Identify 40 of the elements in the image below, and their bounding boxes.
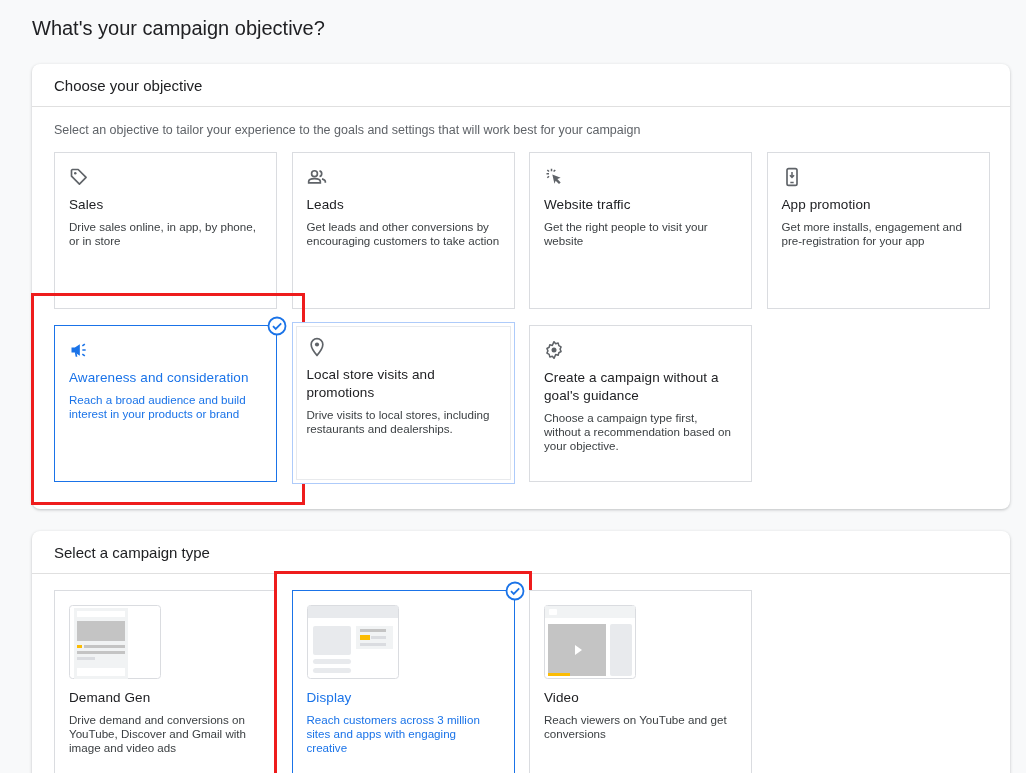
objective-description: Get more installs, engagement and pre-registration for your app	[781, 220, 963, 248]
campaign-type-card[interactable]: Display Reach customers across 3 million sites and apps with engaging creative	[291, 590, 515, 773]
campaign-type-card[interactable]: Video Reach viewers on YouTube and get conversions	[529, 590, 752, 773]
objective-description: Drive visits to local stores, including restaurants and dealerships.	[306, 408, 491, 436]
objective-title: Awareness and consideration	[69, 369, 250, 387]
objective-title: Local store visits and promotions	[306, 366, 436, 402]
objective-card[interactable]: App promotion Get more installs, engagement and pre-registration for your app	[766, 152, 990, 309]
objective-title: App promotion	[781, 196, 872, 214]
campaign-type-description: Reach viewers on YouTube and get conversions	[544, 713, 728, 741]
panel-title: Select a campaign type	[32, 531, 1010, 574]
campaign-type-description: Reach customers across 3 million sites and apps with engaging creative	[306, 713, 481, 755]
panel-description: Select an objective to tailor your experience to the goals and settings that will work best for your campaign	[54, 123, 642, 137]
objective-description: Drive sales online, in app, by phone, or in store	[69, 220, 257, 248]
campaign-type-title: Display	[306, 689, 353, 707]
objective-card[interactable]: Leads Get leads and other conversions by encouraging customers to take action	[291, 152, 515, 309]
objective-description: Get leads and other conversions by encouraging customers to take action	[306, 220, 500, 248]
objective-card[interactable]: Create a campaign without a goal's guidance Choose a campaign type first, without a recommendation based on your objective.	[529, 325, 752, 482]
objective-title: Sales	[69, 196, 105, 214]
panel-title: Choose your objective	[32, 64, 1010, 107]
objective-description: Choose a campaign type first, without a recommendation based on your objective.	[544, 411, 732, 453]
settings-icon	[544, 340, 564, 360]
objective-description: Get the right people to visit your website	[544, 220, 709, 248]
campaign-type-card[interactable]: Demand Gen Drive demand and conversions on YouTube, Discover and Gmail with image and video ads	[54, 590, 277, 773]
campaign-type-description: Drive demand and conversions on YouTube, Discover and Gmail with image and video ads	[69, 713, 247, 755]
tag-icon	[69, 167, 89, 187]
campaign-type-title: Video	[544, 689, 580, 707]
objective-title: Create a campaign without a goal's guidance	[544, 369, 720, 405]
objective-title: Website traffic	[544, 196, 632, 214]
objective-card[interactable]: Awareness and consideration Reach a broad audience and build interest in your products or brand	[54, 325, 277, 482]
page-title: What's your campaign objective?	[32, 16, 326, 41]
campaign-type-title: Demand Gen	[69, 689, 152, 707]
objective-card[interactable]: Website traffic Get the right people to visit your website	[529, 152, 752, 309]
objective-title: Leads	[306, 196, 345, 214]
cursor-click-icon	[544, 167, 564, 187]
checkmark-icon	[267, 316, 287, 336]
checkmark-icon	[504, 581, 525, 601]
objective-card[interactable]: Sales Drive sales online, in app, by phone, or in store	[54, 152, 277, 309]
objective-description: Reach a broad audience and build interest in your products or brand	[69, 393, 247, 421]
objective-card[interactable]: Local store visits and promotions Drive visits to local stores, including restaurants and dealerships.	[291, 322, 515, 484]
people-icon	[306, 167, 327, 187]
